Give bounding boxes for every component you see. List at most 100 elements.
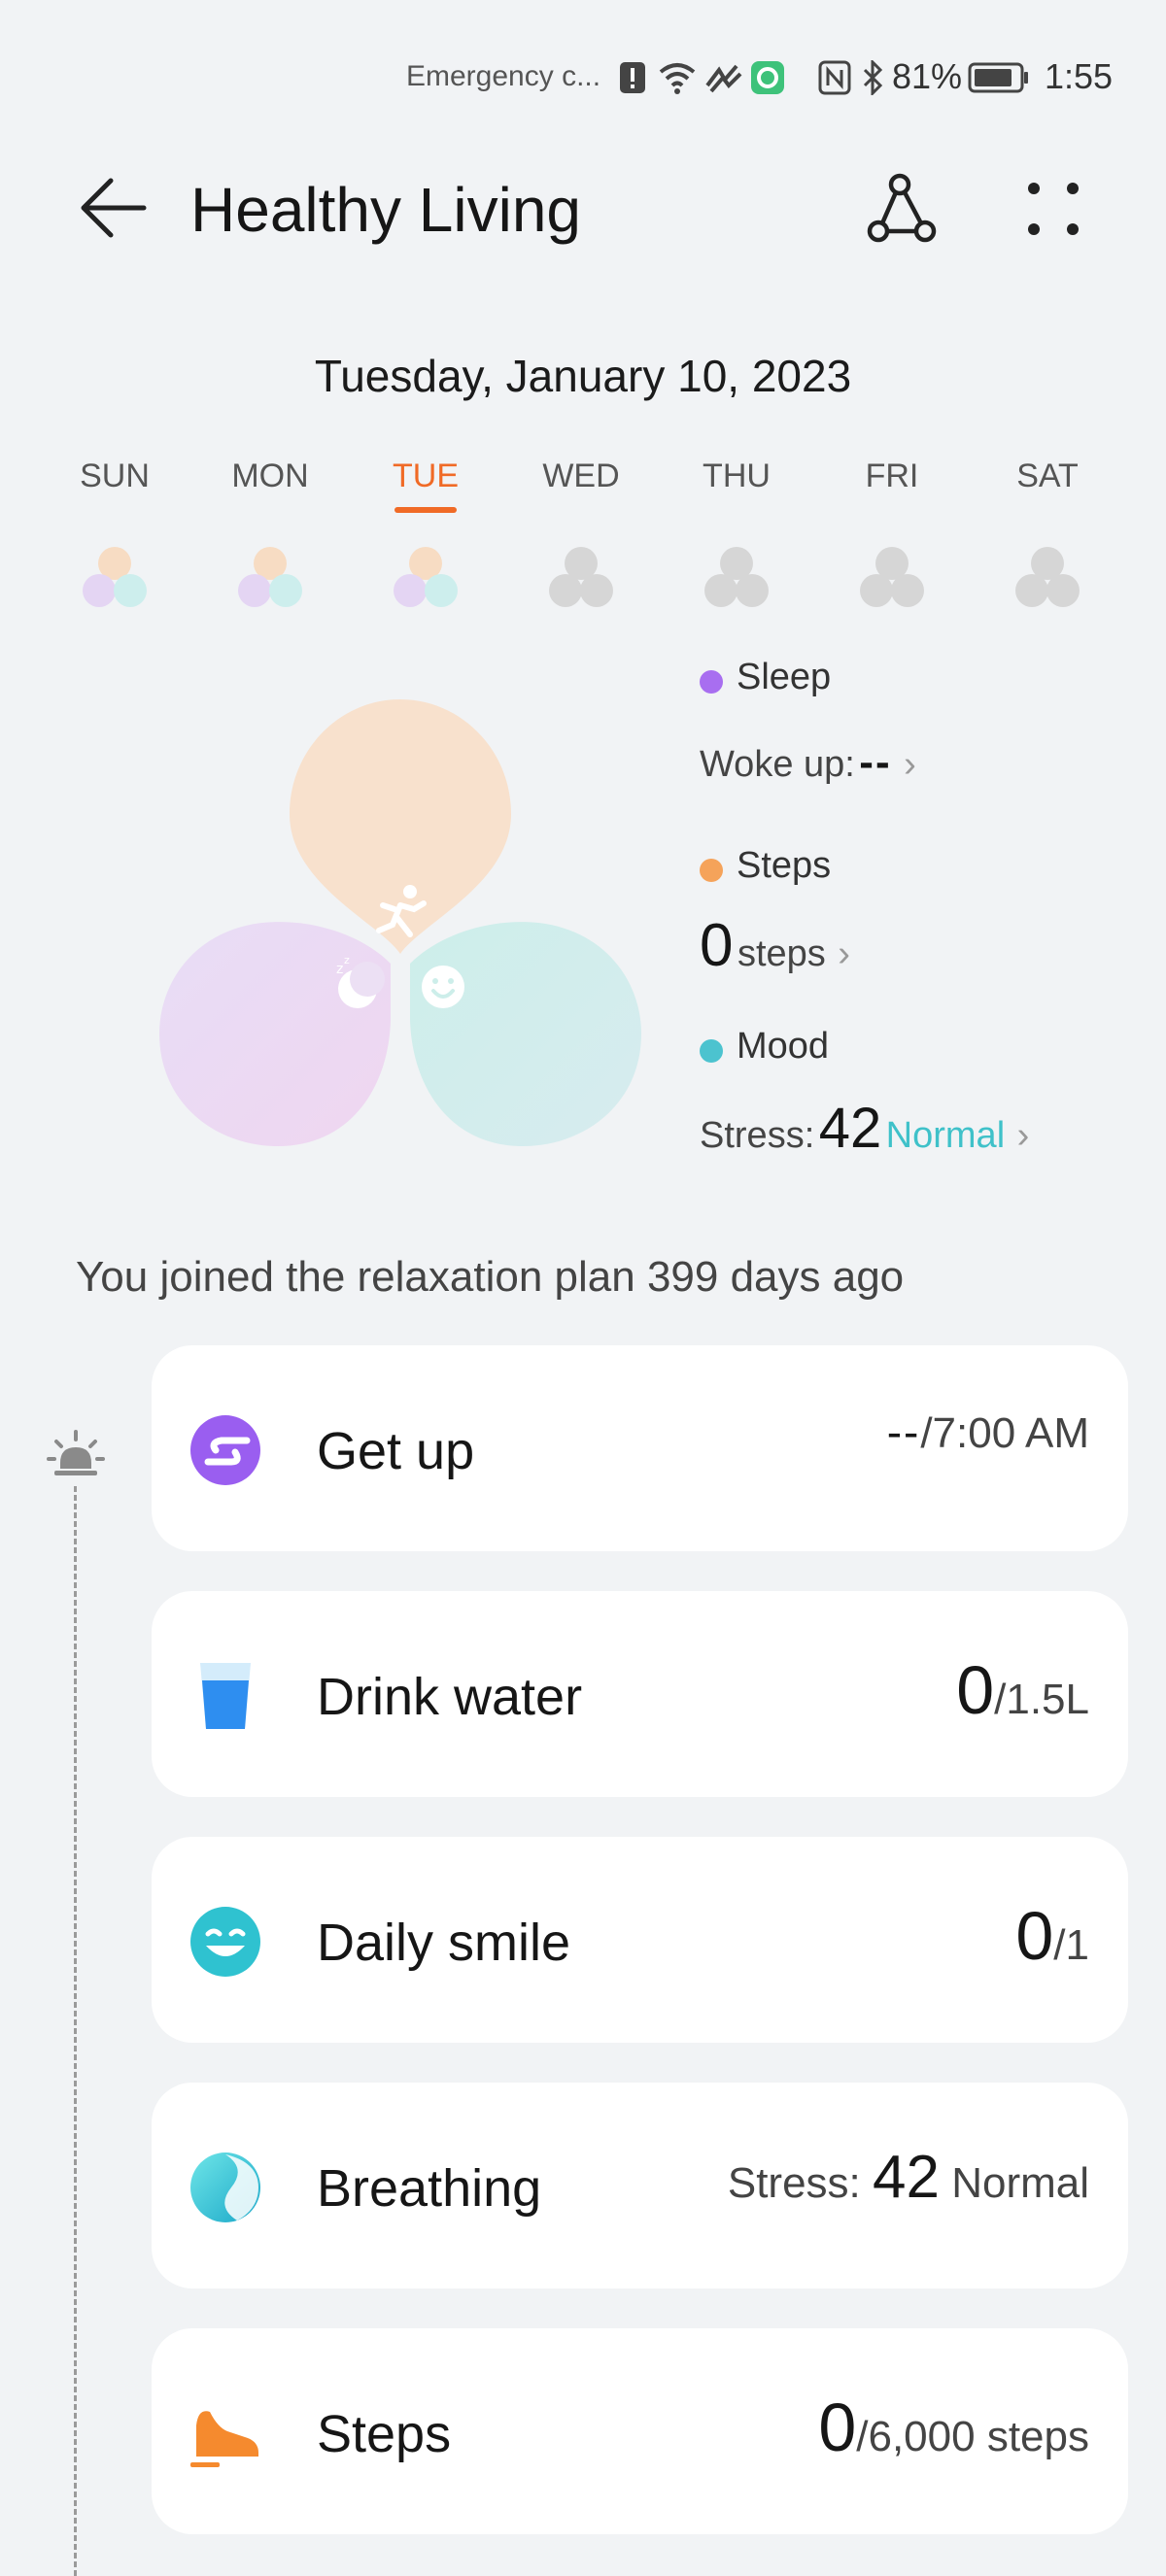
card-daily-smile[interactable]: Daily smile 0/1	[152, 1837, 1128, 2043]
steps-value: 0	[700, 912, 734, 979]
wake-up-label: Woke up:	[700, 744, 855, 785]
card-value-main: 0	[956, 1652, 995, 1728]
legend-steps: Steps	[700, 845, 831, 887]
timeline-line	[74, 1486, 77, 2576]
svg-text:z: z	[344, 954, 350, 966]
day-wed[interactable]: WED	[503, 457, 659, 607]
card-value-main: --	[886, 1407, 921, 1457]
day-progress-flower	[83, 547, 147, 607]
day-progress-flower	[1015, 547, 1080, 607]
back-button[interactable]	[76, 175, 150, 241]
day-mon[interactable]: MON	[192, 457, 348, 607]
sleep-petal	[159, 922, 391, 1146]
more-options-button[interactable]	[1014, 169, 1092, 247]
mood-petal	[410, 922, 641, 1146]
day-progress-flower	[394, 547, 458, 607]
day-thu[interactable]: THU	[659, 457, 814, 607]
bluetooth-icon	[863, 60, 883, 95]
health-icon	[705, 64, 742, 93]
wake-up-value: --	[859, 738, 892, 786]
plan-joined-text: You joined the relaxation plan 399 days …	[76, 1253, 905, 1301]
stress-status: Normal	[885, 1115, 1006, 1156]
smile-icon	[190, 1907, 260, 1977]
daily-flower-chart[interactable]: z z	[146, 680, 670, 1166]
card-value: --/7:00 AM	[887, 1406, 1089, 1458]
water-glass-icon	[200, 1663, 251, 1729]
app-icon	[751, 61, 784, 94]
wake-up-row[interactable]: Woke up: -- ›	[700, 738, 916, 787]
status-bar: Emergency c... 81% 1:55	[0, 0, 1166, 155]
day-label: WED	[542, 458, 620, 494]
card-value-suffix: /7:00 AM	[920, 1409, 1089, 1457]
smile-face-icon	[422, 966, 464, 1008]
card-steps[interactable]: Steps 0/6,000 steps	[152, 2328, 1128, 2534]
card-value-prefix: Stress:	[727, 2159, 873, 2207]
selected-day-indicator	[394, 507, 457, 513]
day-progress-flower	[860, 547, 924, 607]
day-sat[interactable]: SAT	[970, 457, 1125, 607]
more-dots-icon	[1028, 183, 1079, 235]
week-selector: SUN MON TUE WED THU FRI SAT	[37, 457, 1129, 622]
card-value-main: 42	[873, 2144, 940, 2211]
card-value-suffix: /6,000 steps	[856, 2413, 1089, 2460]
legend-steps-name: Steps	[737, 845, 832, 886]
battery-icon	[968, 62, 1028, 93]
day-label: SUN	[80, 458, 150, 494]
sleep-color-dot	[700, 669, 723, 694]
card-value-suffix: /1.5L	[994, 1676, 1089, 1723]
card-title: Steps	[317, 2405, 452, 2463]
card-value-main: 0	[818, 2390, 857, 2465]
card-title: Get up	[317, 1422, 475, 1480]
stress-row[interactable]: Stress: 42 Normal ›	[700, 1096, 1029, 1161]
card-drink-water[interactable]: Drink water 0/1.5L	[152, 1591, 1128, 1797]
app-header: Healthy Living	[0, 155, 1166, 262]
wifi-icon	[659, 63, 696, 94]
card-breathing[interactable]: Breathing Stress: 42 Normal	[152, 2083, 1128, 2288]
stress-value: 42	[818, 1097, 882, 1160]
alarm-icon	[47, 1430, 105, 1475]
card-value-suffix: Normal	[939, 2159, 1089, 2207]
day-label: MON	[231, 458, 309, 494]
day-sun[interactable]: SUN	[37, 457, 192, 607]
legend-mood-name: Mood	[737, 1026, 830, 1067]
arrow-left-icon	[81, 178, 147, 238]
share-nodes-icon	[867, 173, 937, 243]
card-title: Drink water	[317, 1668, 583, 1726]
day-tue[interactable]: TUE	[348, 457, 503, 607]
legend-mood: Mood	[700, 1026, 829, 1068]
day-fri[interactable]: FRI	[814, 457, 970, 607]
mood-color-dot	[700, 1038, 723, 1063]
chevron-right-icon: ›	[838, 933, 850, 974]
date-heading: Tuesday, January 10, 2023	[314, 351, 852, 401]
legend-sleep: Sleep	[700, 657, 831, 698]
day-progress-flower	[238, 547, 302, 607]
card-value-suffix: /1	[1053, 1921, 1089, 1969]
share-button[interactable]	[863, 169, 941, 247]
page-title: Healthy Living	[190, 175, 581, 245]
steps-unit: steps	[737, 933, 826, 974]
stress-label: Stress:	[700, 1115, 815, 1156]
breathing-icon	[190, 2152, 260, 2222]
clock: 1:55	[1045, 56, 1114, 96]
steps-color-dot	[700, 858, 723, 882]
day-progress-flower	[549, 547, 613, 607]
battery-percent: 81%	[892, 56, 963, 96]
alert-icon	[620, 62, 645, 93]
chevron-right-icon: ›	[904, 744, 916, 785]
card-get-up[interactable]: Get up --/7:00 AM	[152, 1345, 1128, 1551]
get-up-icon	[190, 1415, 260, 1485]
card-title: Daily smile	[317, 1914, 571, 1972]
carrier-text: Emergency c...	[406, 60, 601, 92]
card-value: 0/6,000 steps	[818, 2389, 1089, 2466]
legend-sleep-name: Sleep	[737, 657, 832, 697]
day-label: TUE	[393, 458, 459, 494]
chevron-right-icon: ›	[1016, 1115, 1030, 1156]
day-progress-flower	[704, 547, 769, 607]
steps-row[interactable]: 0 steps ›	[700, 911, 850, 980]
card-value: 0/1.5L	[956, 1651, 1089, 1729]
steps-petal	[290, 699, 511, 954]
sneaker-icon	[190, 2411, 258, 2467]
day-label: SAT	[1016, 458, 1079, 494]
day-label: THU	[703, 458, 771, 494]
card-value: 0/1	[1015, 1897, 1089, 1975]
